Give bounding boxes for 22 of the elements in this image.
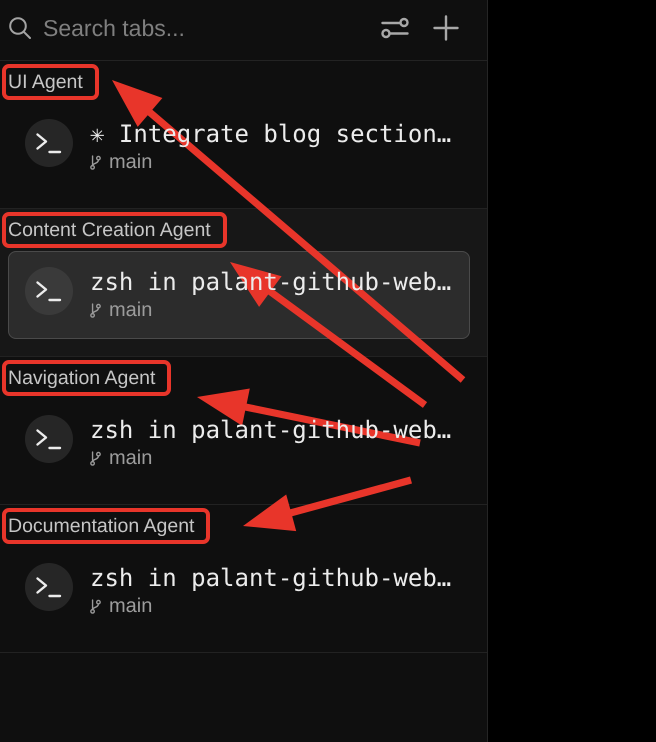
branch-name: main xyxy=(109,299,152,321)
group-label: UI Agent xyxy=(8,71,83,93)
sliders-icon xyxy=(381,17,409,39)
search-field[interactable]: Search tabs... xyxy=(43,13,377,43)
terminal-icon xyxy=(25,267,73,315)
branch-icon xyxy=(90,450,101,466)
branch-name: main xyxy=(109,595,152,617)
group-label: Documentation Agent xyxy=(8,515,194,537)
branch-icon xyxy=(90,302,101,318)
search-icon xyxy=(9,17,31,39)
branch-icon xyxy=(90,598,101,614)
group-label: Navigation Agent xyxy=(8,367,156,389)
branch-name: main xyxy=(109,447,152,469)
terminal-icon xyxy=(25,415,73,463)
plus-icon xyxy=(433,15,459,41)
group-label: Content Creation Agent xyxy=(8,219,211,241)
branch-name: main xyxy=(109,151,152,173)
tab-item[interactable]: zsh in palant-github-web… main xyxy=(8,547,470,635)
branch-icon xyxy=(90,154,101,170)
terminal-icon xyxy=(25,563,73,611)
terminal-icon xyxy=(25,119,73,167)
tab-title: zsh in palant-github-web… xyxy=(90,563,452,593)
